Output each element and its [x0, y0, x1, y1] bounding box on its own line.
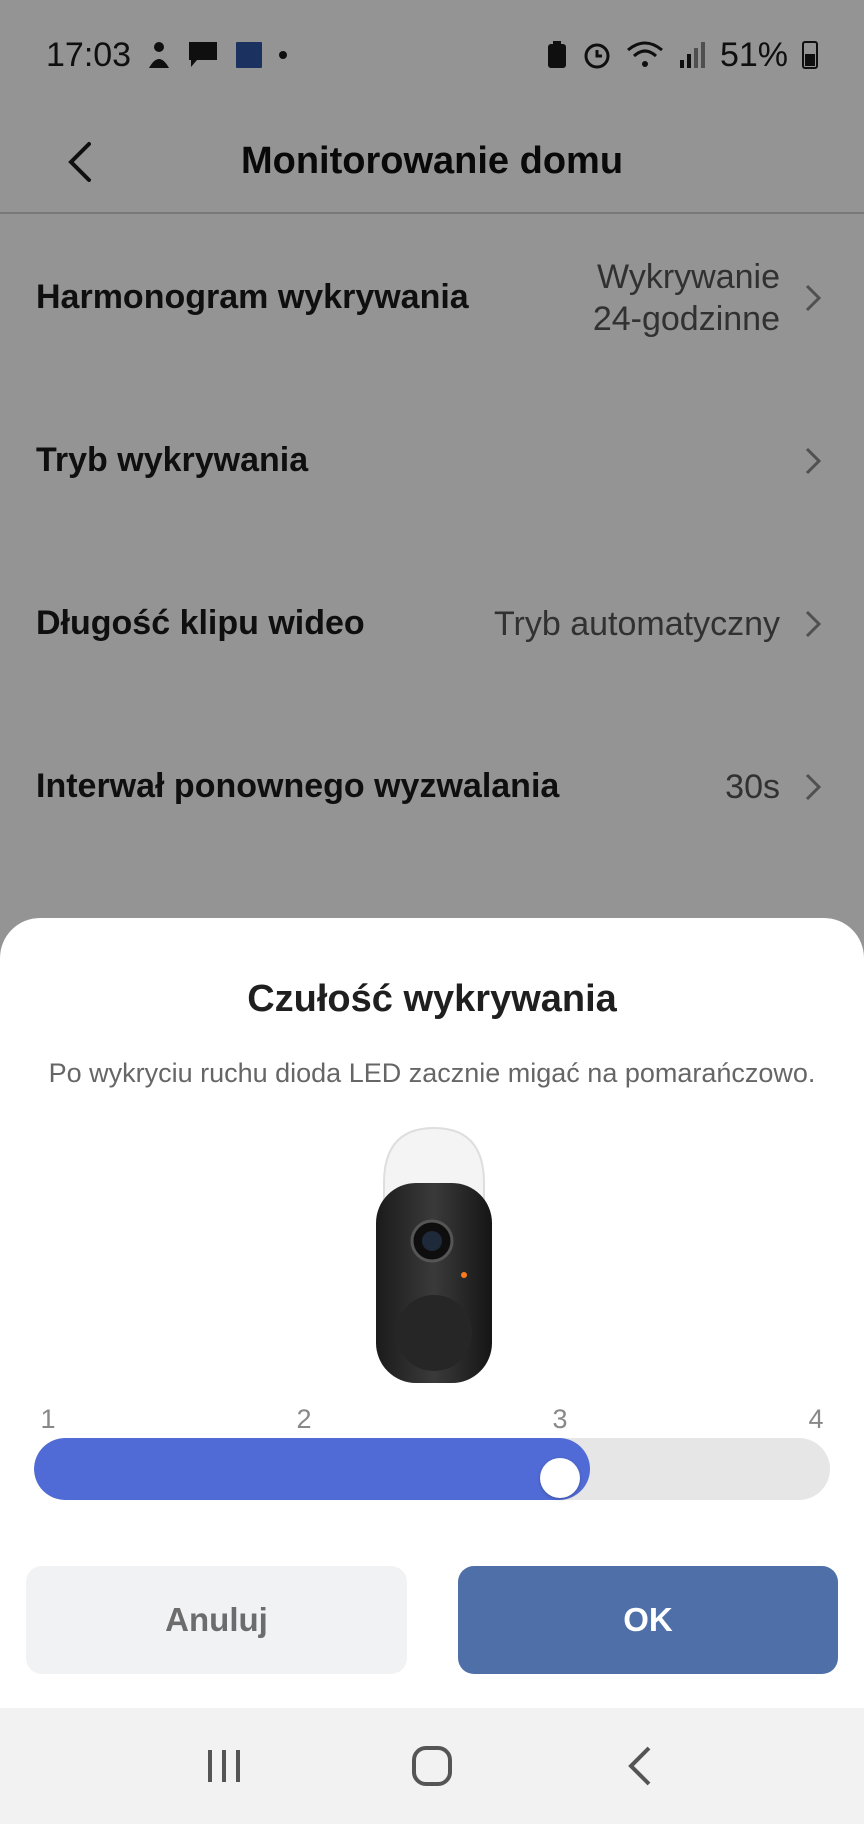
slider-tick: 1 — [40, 1404, 56, 1434]
system-back-button[interactable] — [600, 1726, 680, 1806]
sensitivity-sheet: Czułość wykrywania Po wykryciu ruchu dio… — [0, 918, 864, 1708]
cancel-button[interactable]: Anuluj — [26, 1566, 407, 1674]
slider-tick: 3 — [552, 1404, 568, 1434]
slider-tick: 2 — [296, 1404, 312, 1434]
sensitivity-slider[interactable] — [34, 1438, 830, 1500]
sheet-title: Czułość wykrywania — [247, 978, 617, 1020]
slider-fill — [34, 1438, 590, 1500]
home-button[interactable] — [392, 1726, 472, 1806]
recent-apps-button[interactable] — [184, 1726, 264, 1806]
system-nav-bar — [0, 1708, 864, 1824]
recent-apps-icon — [208, 1750, 240, 1782]
back-icon — [628, 1746, 651, 1786]
camera-illustration — [376, 1126, 492, 1383]
home-icon — [412, 1746, 452, 1786]
ok-button[interactable]: OK — [458, 1566, 838, 1674]
slider-thumb[interactable] — [540, 1458, 580, 1498]
sheet-description: Po wykryciu ruchu dioda LED zacznie miga… — [48, 1058, 816, 1088]
slider-tick: 4 — [808, 1404, 824, 1434]
